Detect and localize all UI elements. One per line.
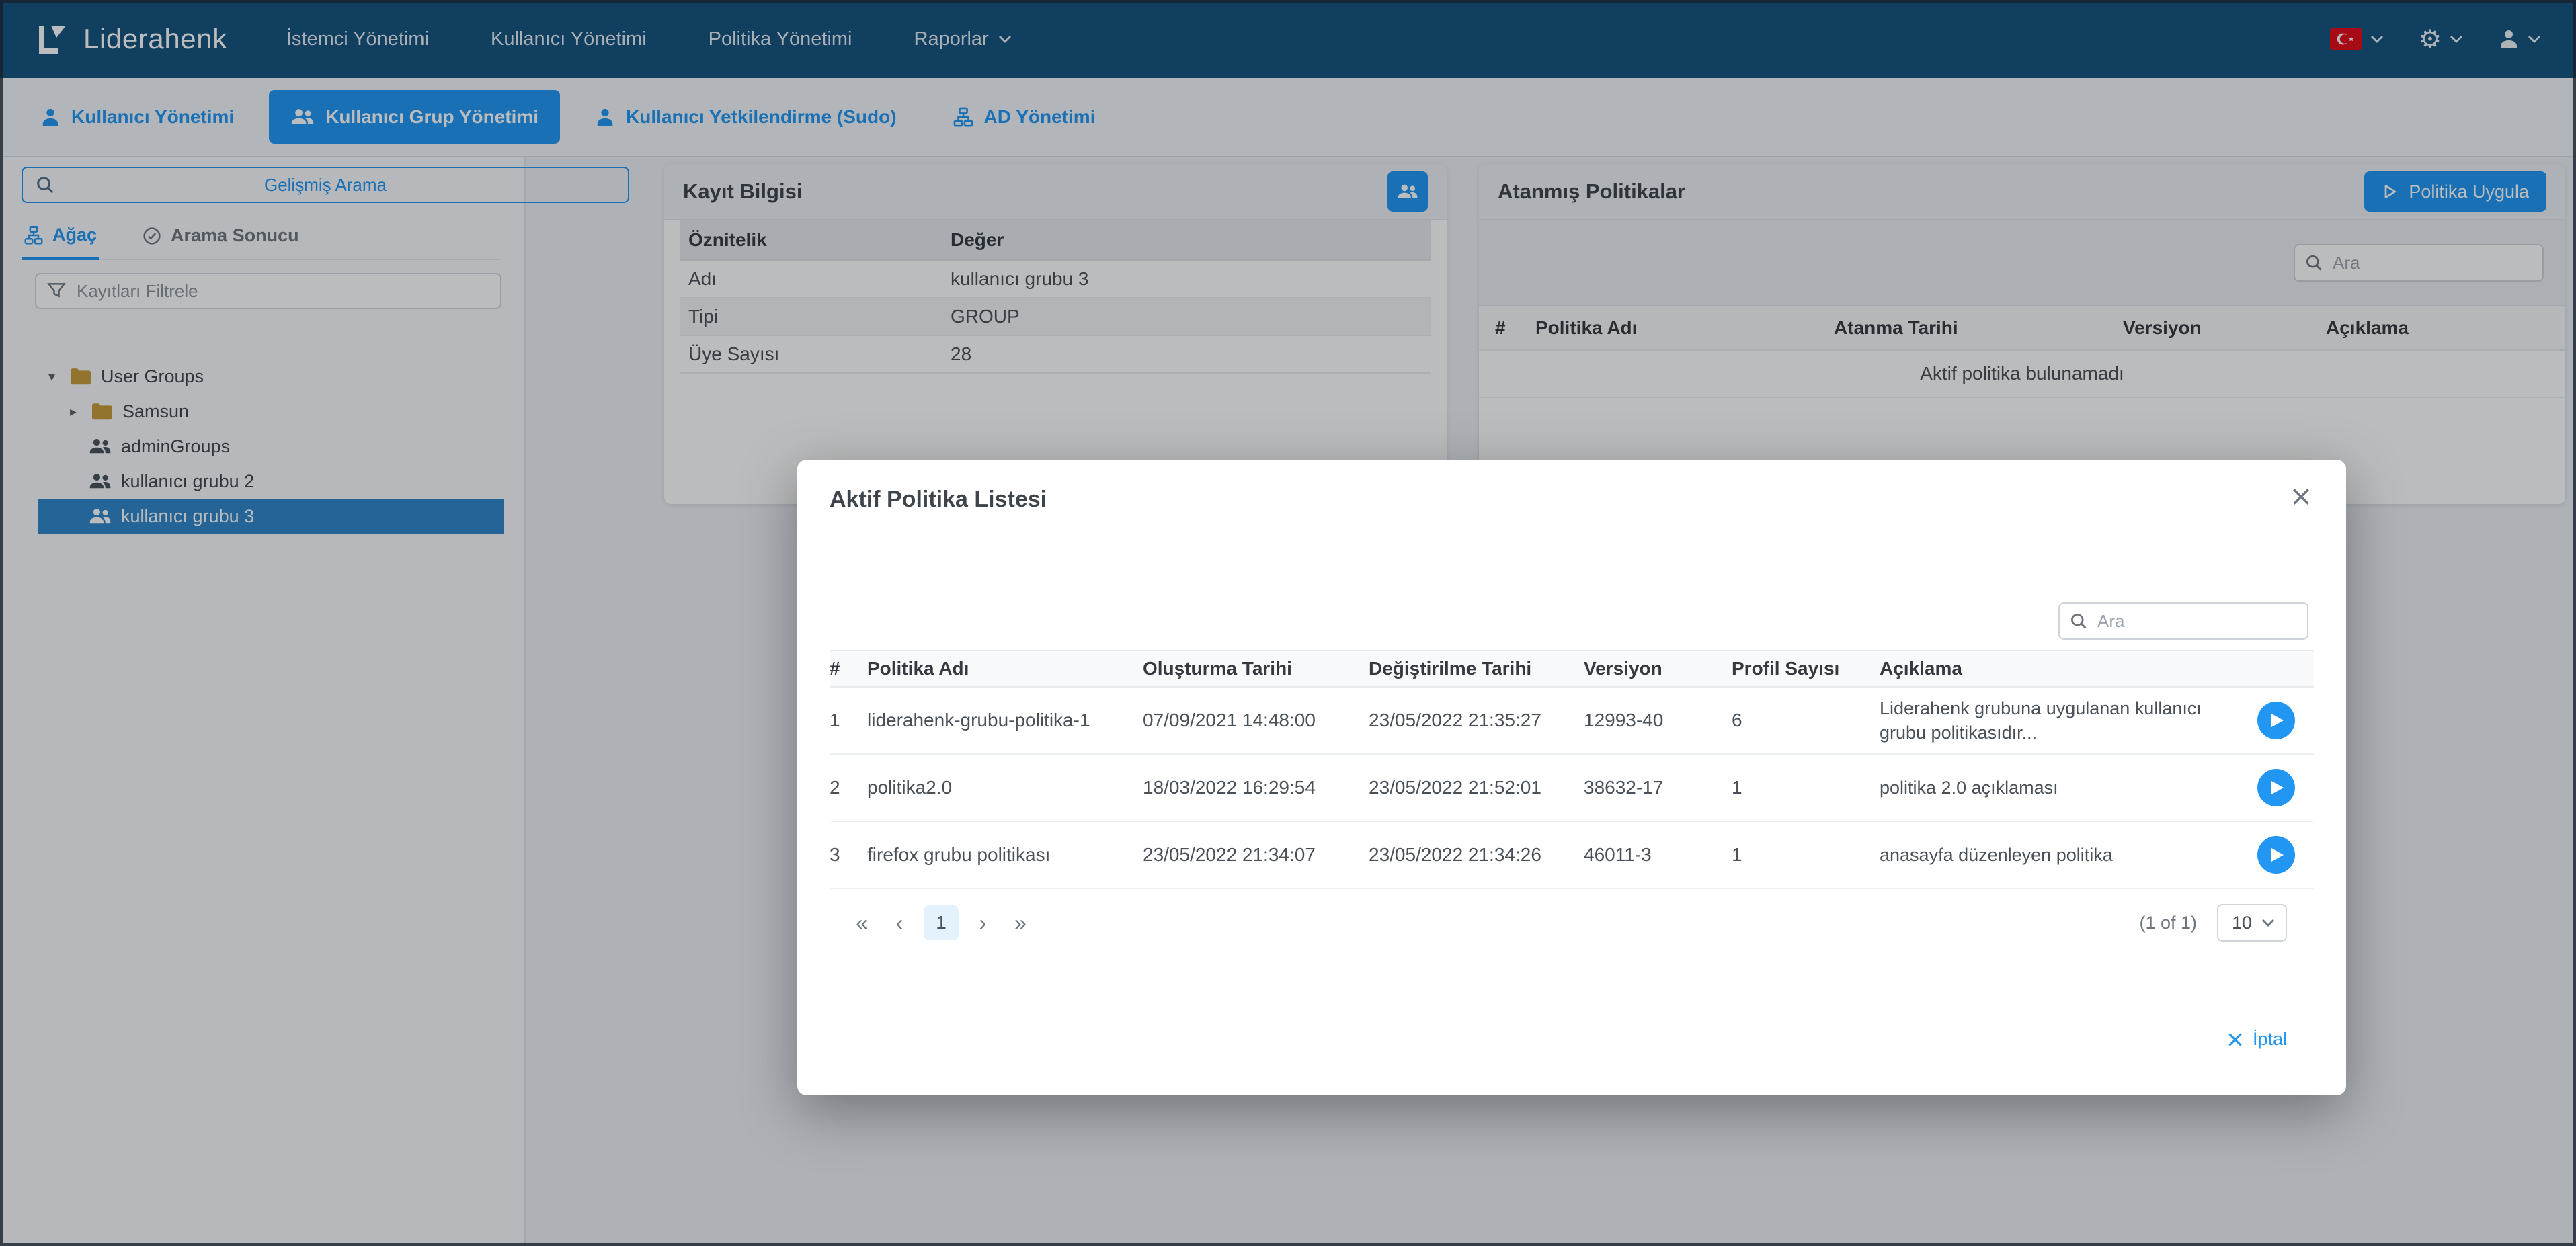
- cell-modified: 23/05/2022 21:35:27: [1369, 710, 1541, 731]
- next-page-button[interactable]: ›: [964, 904, 1002, 942]
- close-icon: [2293, 489, 2309, 505]
- assign-policy-button[interactable]: [2257, 769, 2295, 806]
- cell-version: 38632-17: [1584, 777, 1664, 798]
- cancel-button[interactable]: İptal: [2227, 1029, 2287, 1050]
- last-page-button[interactable]: »: [1002, 904, 1039, 942]
- policy-table: # Politika Adı Oluşturma Tarihi Değiştir…: [830, 650, 2314, 889]
- play-icon: [2271, 848, 2284, 862]
- cell-index: 3: [830, 844, 840, 865]
- rows-per-page-dropdown[interactable]: 10: [2217, 904, 2287, 942]
- play-icon: [2271, 781, 2284, 794]
- col-index: #: [830, 658, 840, 679]
- col-policy-name: Politika Adı: [867, 658, 969, 679]
- col-version: Versiyon: [1584, 658, 1662, 679]
- paginator: « ‹ 1 › » (1 of 1) 10: [830, 900, 2314, 946]
- chevron-down-icon: [2262, 919, 2274, 927]
- assign-policy-button[interactable]: [2257, 702, 2295, 739]
- cell-description: Liderahenk grubuna uygulanan kullanıcı g…: [1880, 698, 2202, 743]
- play-icon: [2271, 714, 2284, 727]
- first-page-button[interactable]: «: [843, 904, 881, 942]
- cell-policy-name: firefox grubu politikası: [867, 844, 1051, 866]
- cell-version: 12993-40: [1584, 710, 1664, 731]
- col-modified: Değiştirilme Tarihi: [1369, 658, 1532, 679]
- modal-search: [2058, 602, 2308, 640]
- cell-policy-name: politika2.0: [867, 777, 953, 798]
- cell-modified: 23/05/2022 21:52:01: [1369, 777, 1541, 798]
- paginator-right: (1 of 1) 10: [2139, 904, 2314, 942]
- cell-profile-count: 1: [1732, 844, 1742, 865]
- cancel-label: İptal: [2252, 1029, 2287, 1049]
- active-policy-list-modal: Aktif Politika Listesi # Politika Adı Ol…: [797, 460, 2346, 1095]
- col-profile-count: Profil Sayısı: [1732, 658, 1840, 679]
- modal-search-input[interactable]: [2058, 602, 2308, 640]
- search-icon: [2070, 613, 2087, 629]
- cell-modified: 23/05/2022 21:34:26: [1369, 844, 1541, 865]
- policy-table-header: # Politika Adı Oluşturma Tarihi Değiştir…: [830, 650, 2314, 688]
- modal-title: Aktif Politika Listesi: [830, 487, 1047, 512]
- cell-created: 07/09/2021 14:48:00: [1143, 710, 1316, 731]
- cell-description: anasayfa düzenleyen politika: [1880, 844, 2113, 865]
- modal-close-button[interactable]: [2291, 487, 2311, 511]
- cell-created: 23/05/2022 21:34:07: [1143, 844, 1316, 865]
- rows-per-page-value: 10: [2232, 912, 2253, 933]
- policy-row: 1 liderahenk-grubu-politika-1 07/09/2021…: [830, 688, 2314, 755]
- prev-page-button[interactable]: ‹: [881, 904, 918, 942]
- col-description: Açıklama: [1880, 658, 1962, 679]
- modal-footer: İptal: [830, 1029, 2314, 1050]
- cell-version: 46011-3: [1584, 844, 1652, 865]
- policy-row: 3 firefox grubu politikası 23/05/2022 21…: [830, 822, 2314, 889]
- cell-profile-count: 6: [1732, 710, 1742, 731]
- cell-profile-count: 1: [1732, 777, 1742, 798]
- cell-description: politika 2.0 açıklaması: [1880, 777, 2058, 798]
- col-created: Oluşturma Tarihi: [1143, 658, 1292, 679]
- close-icon: [2228, 1032, 2242, 1046]
- cell-created: 18/03/2022 16:29:54: [1143, 777, 1316, 798]
- policy-row: 2 politika2.0 18/03/2022 16:29:54 23/05/…: [830, 755, 2314, 822]
- cell-policy-name: liderahenk-grubu-politika-1: [867, 710, 1090, 731]
- cell-index: 2: [830, 777, 840, 798]
- assign-policy-button[interactable]: [2257, 836, 2295, 874]
- cell-index: 1: [830, 710, 840, 731]
- page-report: (1 of 1): [2139, 912, 2197, 933]
- liderahenk-app: Liderahenk İstemci Yönetimi Kullanıcı Yö…: [0, 0, 2576, 1246]
- page-1-button[interactable]: 1: [924, 905, 959, 940]
